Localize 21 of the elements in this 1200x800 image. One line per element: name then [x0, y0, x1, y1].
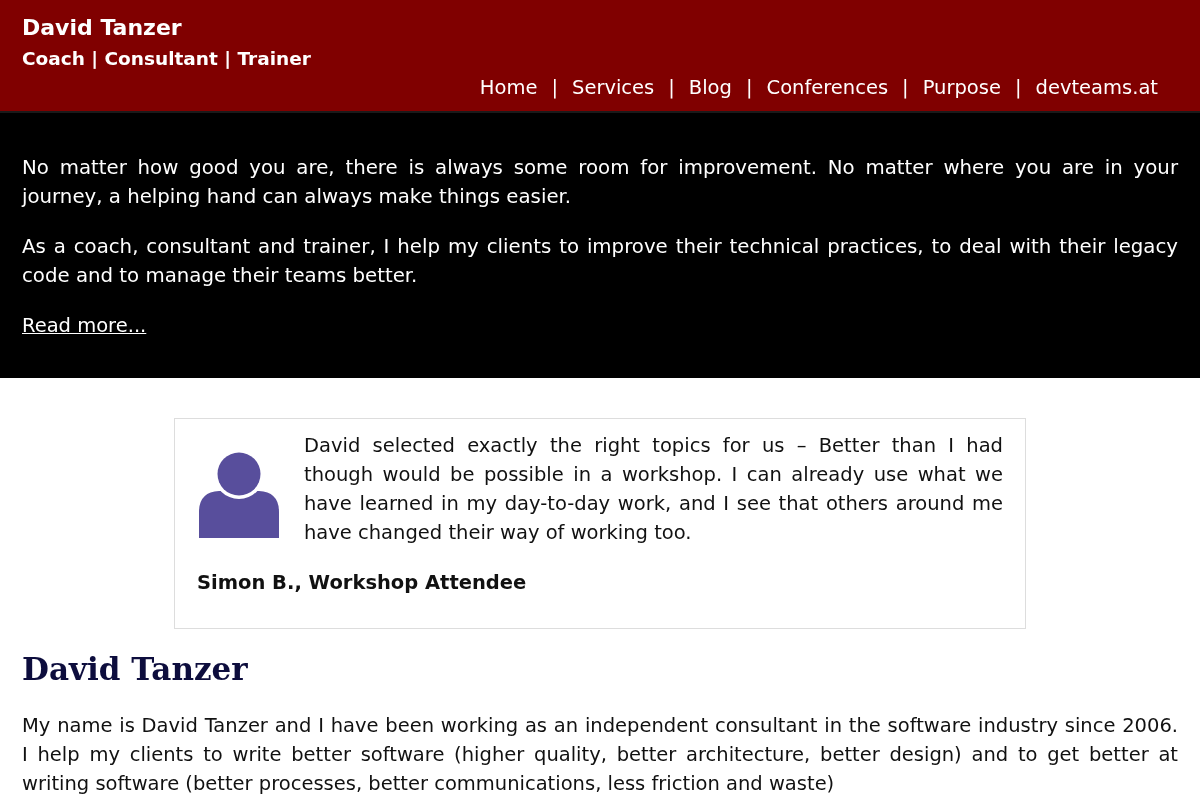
nav-separator: | — [551, 75, 558, 101]
about-paragraph: My name is David Tanzer and I have been working as an independent consultant in the software industry since 2006. I help my clients to write better software (higher quality, better architecture, better design) and to get better at writing software (better processes, better communications, less friction and waste) — [22, 713, 1178, 797]
nav-link[interactable]: Blog — [688, 74, 732, 102]
nav-separator: | — [668, 75, 675, 101]
site-subtitle: Coach | Consultant | Trainer — [22, 47, 311, 71]
nav-link[interactable]: Home — [479, 74, 538, 102]
testimonial-author: Simon B., Workshop Attendee — [197, 570, 527, 596]
nav-link[interactable]: Conferences — [766, 74, 889, 102]
nav-separator: | — [745, 75, 753, 101]
nav-link[interactable]: devteams.at — [1035, 74, 1158, 102]
section-heading: David Tanzer — [22, 650, 248, 689]
nav-link[interactable]: Services — [572, 74, 655, 102]
site-title: David Tanzer — [22, 14, 182, 42]
nav-separator: | — [1014, 75, 1022, 101]
intro-paragraph: As a coach, consultant and trainer, I help my clients to improve their technical practices, to deal with their legacy code and to manage their teams better. — [22, 234, 1178, 289]
read-more-link[interactable]: Read more... — [22, 311, 147, 340]
nav-separator: | — [902, 75, 909, 101]
intro-paragraph: No matter how good you are, there is always some room for improvement. No matter where you are in your journey, a helping hand can always make things easier. — [22, 155, 1178, 210]
person-avatar-icon — [199, 452, 279, 538]
nav-link[interactable]: Purpose — [922, 74, 1001, 102]
testimonial-quote: David selected exactly the right topics for us – Better than I had though would be possible in a workshop. I can already use what we have learned in my day-to-day work, and I see that others around me have changed their way of working too. — [304, 433, 1003, 546]
